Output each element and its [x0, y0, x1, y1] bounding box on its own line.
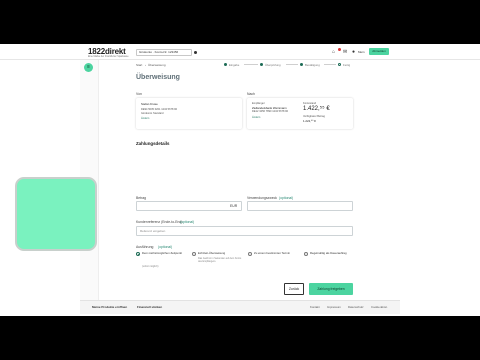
step-dot-1 — [224, 63, 227, 66]
step-dot-4 — [338, 63, 341, 66]
top-header: 1822direkt Eine Marke der Frankfurter Sp… — [0, 44, 480, 60]
execution-optional-hint: (optional) — [158, 245, 173, 249]
to-label: Nach — [247, 92, 255, 96]
step-dot-3 — [300, 63, 303, 66]
available-label: Verfügbarer Betrag — [303, 115, 325, 118]
step-connector — [286, 64, 298, 65]
step-3-label: Bestätigung — [305, 63, 320, 67]
radio-instant-label[interactable]: Echtzeit-Überweisung — [198, 251, 242, 256]
amount-input[interactable] — [136, 201, 242, 211]
balance-label: Kontostand — [303, 102, 317, 105]
back-button[interactable]: Zurück — [284, 283, 304, 295]
radio-scheduled-label[interactable]: Zu einem bestimmten Termin — [254, 251, 298, 256]
home-icon[interactable]: ⌂ — [332, 49, 335, 55]
breadcrumb-separator: › — [145, 63, 146, 67]
from-change-link[interactable]: Ändern — [141, 117, 149, 120]
purpose-input[interactable] — [247, 201, 353, 211]
mail-icon[interactable]: ✉ — [343, 49, 347, 55]
radio-instant-desc: Das Geld ist in Sekunden auf dem Konto d… — [198, 257, 242, 264]
step-connector — [324, 64, 336, 65]
breadcrumb-current: Überweisung — [148, 63, 166, 67]
radio-standing-order-label[interactable]: Regelmäßig als Dauerauftrag — [310, 251, 354, 256]
account-info-icon[interactable] — [194, 51, 197, 54]
step-4-label: Fertig — [343, 63, 351, 67]
page-title: Überweisung — [136, 74, 180, 81]
brand-tagline: Eine Marke der Frankfurter Sparkasse — [88, 55, 129, 58]
footer-link-cookies[interactable]: Cookie-Einst. — [371, 305, 388, 309]
logout-button[interactable]: Abmelden — [369, 48, 389, 55]
purpose-optional-hint: (optional) — [279, 196, 294, 200]
to-account-iban: DE12 3456 7890 1234 5678 90 — [252, 110, 289, 113]
from-account-iban: DE94 5005 0201 1234 5678 90 — [141, 108, 178, 111]
to-account-card[interactable]: Empfänger Ziellandelsbank Weinmann DE12 … — [247, 98, 353, 129]
step-2-label: Überprüfung — [265, 63, 281, 67]
footer-link-finance[interactable]: Finanziell stärken — [137, 305, 162, 309]
step-connector — [244, 64, 258, 65]
step-dot-2 — [260, 63, 263, 66]
footer-link-contact[interactable]: Kontakt — [310, 305, 320, 309]
reference-optional-hint: (optional) — [180, 220, 195, 224]
purpose-label: Verwendungszweck — [247, 196, 277, 200]
notification-badge — [338, 48, 341, 51]
breadcrumb-start[interactable]: Start — [136, 63, 142, 67]
from-account-type: Girokonto Standard — [141, 112, 164, 115]
to-caption: Empfänger — [252, 102, 265, 105]
page-footer: Meine Produkte eröffnen Finanziell stärk… — [80, 300, 400, 314]
footer-link-products[interactable]: Meine Produkte eröffnen — [92, 305, 127, 309]
menu-icon[interactable]: ≡ — [84, 63, 93, 72]
from-account-card[interactable]: Stefan Kruse DE94 5005 0201 1234 5678 90… — [136, 98, 242, 129]
reference-label: Kundenreferenz (Ende-to-End) — [136, 220, 183, 224]
execution-label: Ausführung — [136, 245, 154, 249]
from-label: Von — [136, 92, 142, 96]
footer-link-privacy[interactable]: Datenschutz — [348, 305, 364, 309]
radio-next-possible[interactable] — [136, 252, 140, 256]
radio-instant[interactable] — [192, 252, 196, 256]
from-account-name: Stefan Kruse — [141, 102, 158, 106]
radio-scheduled[interactable] — [248, 252, 252, 256]
section-title-details: Zahlungsdetails — [136, 141, 170, 146]
radio-next-possible-label[interactable]: Dem nächstmöglichen Zeitpunkt — [142, 251, 186, 256]
reference-input[interactable]: Referenz eingeben — [136, 226, 353, 236]
video-overlay-square — [15, 177, 97, 251]
user-menu-label[interactable]: Mein — [358, 50, 365, 54]
account-select[interactable]: Girokonto · Konto-Nr. 123456 — [136, 49, 192, 56]
amount-currency: EUR — [230, 204, 238, 208]
available-value: 1.222,⁵⁵ € — [303, 119, 316, 123]
submit-payment-button[interactable]: Zahlung freigeben — [309, 283, 353, 295]
to-change-link[interactable]: Ändern — [252, 116, 260, 119]
radio-next-possible-desc: (sofort möglich) — [142, 265, 159, 268]
step-1-label: Eingabe — [229, 63, 240, 67]
user-icon[interactable]: ● — [352, 49, 355, 55]
radio-standing-order[interactable] — [304, 252, 308, 256]
balance-value: 1.422,⁵⁵ € — [303, 106, 330, 112]
footer-link-imprint[interactable]: Impressum — [327, 305, 341, 309]
amount-label: Betrag — [136, 196, 146, 200]
